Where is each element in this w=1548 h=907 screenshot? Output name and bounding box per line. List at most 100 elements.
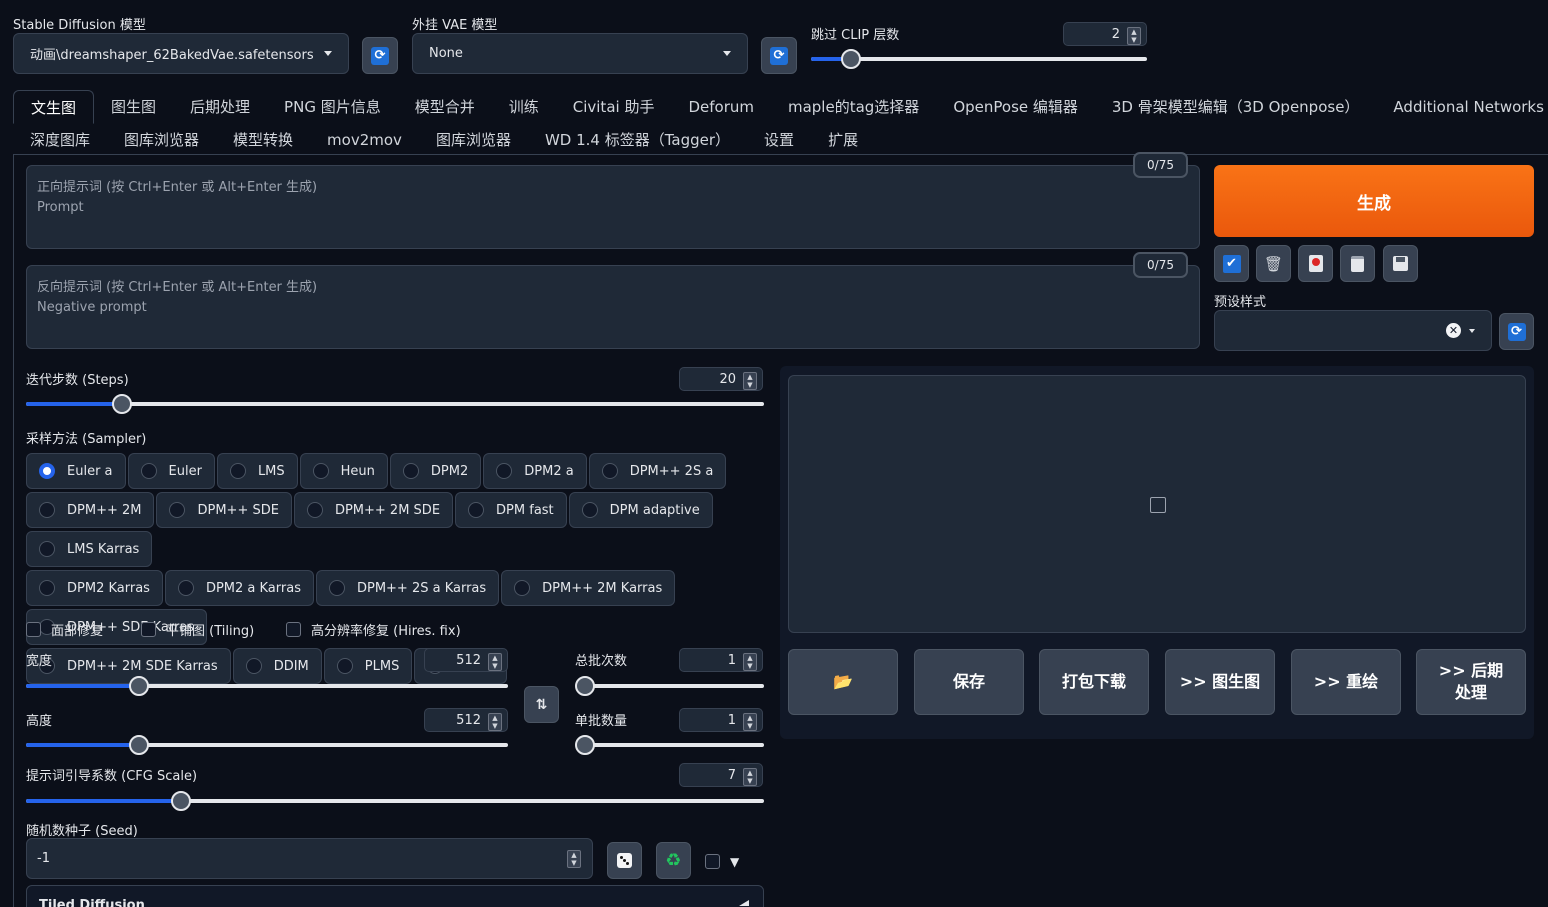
refresh-sd-model-button[interactable]: ⟳	[362, 37, 398, 74]
stepper-icon[interactable]: ▲ ▼	[488, 713, 502, 731]
radio-dot[interactable]	[177, 580, 194, 596]
radio-dot[interactable]	[229, 463, 246, 479]
sampler-option[interactable]: DPM2 a Karras	[164, 570, 314, 606]
tab-tabs_row1-10[interactable]: 3D 骨架模型编辑（3D Openpose）	[1095, 90, 1377, 124]
batch-size-slider[interactable]	[575, 735, 764, 755]
radio-dot[interactable]	[39, 502, 55, 518]
stepper-icon[interactable]: ▲ ▼	[743, 768, 757, 786]
radio-dot[interactable]	[312, 463, 329, 479]
tab-tabs_row2-5[interactable]: WD 1.4 标签器（Tagger）	[528, 123, 747, 157]
slider-thumb[interactable]	[841, 49, 862, 69]
tab-tabs_row1-0[interactable]: 文生图	[13, 90, 95, 124]
seed-input[interactable]: -1 ▲ ▼	[26, 838, 593, 879]
tiled-diffusion-accordion[interactable]: Tiled Diffusion	[26, 885, 764, 907]
sampler-option[interactable]: LMS Karras	[26, 531, 153, 567]
radio-dot[interactable]	[514, 580, 531, 596]
caret-down-icon[interactable]: ▼	[730, 855, 739, 869]
sampler-option[interactable]: DPM++ 2M	[26, 492, 155, 528]
output-action-button[interactable]: 打包下载	[1039, 649, 1149, 715]
extra-seed-checkbox[interactable]: ▼	[705, 854, 739, 869]
checkbox-box[interactable]	[286, 622, 301, 637]
output-action-button[interactable]: >> 图生图	[1165, 649, 1275, 715]
checkbox-box[interactable]	[26, 622, 41, 637]
batch-count-slider[interactable]	[575, 676, 764, 696]
sampler-option[interactable]: DPM++ 2S a Karras	[315, 570, 500, 606]
tab-tabs_row2-3[interactable]: mov2mov	[310, 123, 419, 157]
clear-prompt-button[interactable]: 🗑	[1256, 245, 1291, 282]
radio-dot[interactable]	[39, 463, 55, 479]
output-action-button[interactable]: 📂	[788, 649, 898, 715]
tab-tabs_row2-4[interactable]: 图库浏览器	[419, 123, 528, 157]
refresh-styles-button[interactable]: ⟳	[1499, 313, 1534, 350]
steps-slider[interactable]	[26, 394, 764, 414]
slider-thumb[interactable]	[129, 735, 150, 755]
slider-thumb[interactable]	[575, 676, 595, 696]
tab-tabs_row1-7[interactable]: Deforum	[671, 90, 771, 124]
stepper-icon[interactable]: ▲ ▼	[743, 372, 757, 390]
checkbox-box[interactable]	[705, 854, 720, 869]
steps-input[interactable]: 20 ▲ ▼	[679, 367, 763, 391]
paste-style-button[interactable]	[1340, 245, 1375, 282]
tab-tabs_row2-2[interactable]: 模型转换	[216, 123, 310, 157]
tab-tabs_row1-5[interactable]: 训练	[492, 90, 556, 124]
tab-tabs_row2-0[interactable]: 深度图库	[13, 123, 107, 157]
tab-tabs_row1-9[interactable]: OpenPose 编辑器	[936, 90, 1095, 124]
radio-dot[interactable]	[581, 502, 598, 518]
output-action-button[interactable]: >> 后期处理	[1416, 649, 1526, 715]
checkbox-tool-button[interactable]: ✔	[1214, 245, 1249, 282]
tab-tabs_row1-2[interactable]: 后期处理	[173, 90, 267, 124]
slider-thumb[interactable]	[170, 791, 191, 811]
checkbox-box[interactable]	[141, 622, 156, 637]
styles-dropdown[interactable]: ✕	[1214, 310, 1492, 351]
sampler-option[interactable]: DPM++ 2M Karras	[501, 570, 676, 606]
slider-thumb[interactable]	[129, 676, 150, 696]
tab-tabs_row2-1[interactable]: 图库浏览器	[107, 123, 216, 157]
slider-thumb[interactable]	[575, 735, 595, 755]
radio-dot[interactable]	[402, 463, 419, 479]
sd-model-dropdown[interactable]: 动画\dreamshaper_62BakedVae.safetensors	[13, 33, 349, 74]
radio-dot[interactable]	[245, 658, 262, 674]
sampler-option[interactable]: DPM2	[389, 453, 482, 489]
height-slider[interactable]	[26, 735, 508, 755]
sampler-option[interactable]: DPM adaptive	[568, 492, 713, 528]
slider-thumb[interactable]	[111, 394, 132, 414]
stepper-icon[interactable]: ▲ ▼	[488, 653, 502, 671]
stepper-icon[interactable]: ▲ ▼	[1127, 27, 1141, 45]
radio-dot[interactable]	[601, 463, 618, 479]
sampler-option[interactable]: DPM2 a	[483, 453, 587, 489]
clip-skip-slider[interactable]	[811, 49, 1147, 69]
refresh-vae-button[interactable]: ⟳	[761, 37, 797, 74]
vae-dropdown[interactable]: None	[412, 33, 748, 74]
radio-dot[interactable]	[336, 658, 353, 674]
radio-dot[interactable]	[306, 502, 323, 518]
radio-dot[interactable]	[169, 502, 186, 518]
reuse-seed-button[interactable]: ♻	[656, 842, 691, 879]
sampler-option[interactable]: DPM++ SDE	[156, 492, 292, 528]
radio-dot[interactable]	[140, 463, 157, 479]
collapse-icon[interactable]	[739, 900, 749, 906]
tiling-checkbox[interactable]: 平铺图 (Tiling)	[141, 620, 254, 639]
hires-fix-checkbox[interactable]: 高分辨率修复 (Hires. fix)	[286, 620, 461, 639]
face-restore-checkbox[interactable]: 面部修复	[26, 620, 103, 639]
random-seed-button[interactable]	[607, 842, 642, 879]
sampler-option[interactable]: LMS	[216, 453, 298, 489]
sampler-option[interactable]: Euler a	[26, 453, 126, 489]
stepper-icon[interactable]: ▲ ▼	[567, 850, 581, 868]
output-action-button[interactable]: >> 重绘	[1291, 649, 1401, 715]
radio-dot[interactable]	[496, 463, 513, 479]
extra-networks-button[interactable]	[1298, 245, 1333, 282]
output-action-button[interactable]: 保存	[914, 649, 1024, 715]
tab-tabs_row2-6[interactable]: 设置	[747, 123, 811, 157]
tab-tabs_row1-4[interactable]: 模型合并	[398, 90, 492, 124]
stepper-icon[interactable]: ▲ ▼	[743, 713, 757, 731]
batch-count-input[interactable]: 1 ▲ ▼	[679, 648, 763, 672]
sampler-option[interactable]: DPM++ 2S a	[588, 453, 727, 489]
batch-size-input[interactable]: 1 ▲ ▼	[679, 708, 763, 732]
tab-tabs_row1-11[interactable]: Additional Networks	[1376, 90, 1548, 124]
cfg-slider[interactable]	[26, 791, 764, 811]
cfg-input[interactable]: 7 ▲ ▼	[679, 763, 763, 787]
sampler-option[interactable]: Heun	[299, 453, 388, 489]
sampler-option[interactable]: DPM2 Karras	[26, 570, 163, 606]
sampler-option[interactable]: DPM fast	[455, 492, 567, 528]
tab-tabs_row2-7[interactable]: 扩展	[811, 123, 875, 157]
